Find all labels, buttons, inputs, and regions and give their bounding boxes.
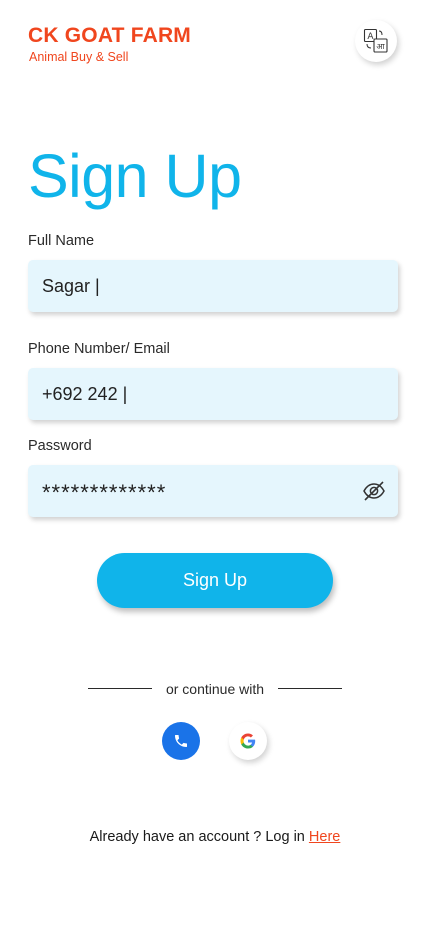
- sign-up-button[interactable]: Sign Up: [97, 553, 333, 608]
- divider-right: [278, 688, 342, 689]
- contact-value: +692 242 |: [42, 383, 128, 404]
- login-here-link[interactable]: Here: [309, 829, 340, 845]
- contact-input[interactable]: +692 242 |: [28, 368, 398, 420]
- svg-text:A: A: [367, 32, 374, 42]
- password-input[interactable]: *************: [28, 465, 398, 517]
- full-name-value: Sagar |: [42, 275, 100, 296]
- brand-title: CK GOAT FARM: [28, 24, 191, 47]
- full-name-input[interactable]: Sagar |: [28, 260, 398, 312]
- page-title: Sign Up: [28, 142, 242, 210]
- svg-text:आ: आ: [376, 42, 385, 51]
- full-name-label: Full Name: [28, 233, 95, 249]
- translate-icon: A आ: [363, 28, 388, 53]
- phone-icon: [175, 735, 187, 747]
- eye-off-icon[interactable]: [362, 479, 386, 503]
- login-prompt: Already have an account ? Log in Here: [0, 829, 430, 845]
- brand-tagline: Animal Buy & Sell: [29, 50, 129, 64]
- password-value: *************: [42, 480, 167, 505]
- google-login-button[interactable]: [229, 722, 267, 760]
- language-button[interactable]: A आ: [355, 20, 397, 62]
- contact-label: Phone Number/ Email: [28, 341, 170, 357]
- phone-login-button[interactable]: [162, 722, 200, 760]
- login-prompt-text: Already have an account ? Log in: [89, 829, 309, 845]
- divider-text: or continue with: [165, 681, 265, 697]
- password-label: Password: [28, 438, 92, 454]
- google-icon: [240, 733, 256, 749]
